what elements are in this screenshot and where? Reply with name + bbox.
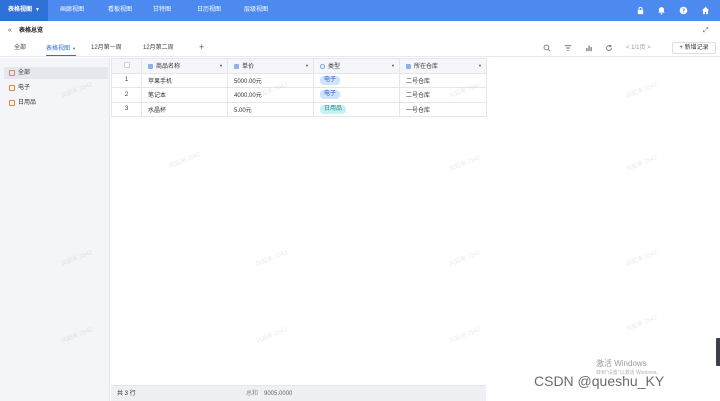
watermark: 风起来 2542	[448, 249, 482, 268]
cell-name[interactable]: 水晶杯	[141, 101, 228, 117]
csdn-watermark: CSDN @queshu_KY	[534, 373, 665, 389]
nav-item-label: 表格视图	[8, 7, 33, 13]
lock-icon[interactable]	[635, 5, 646, 16]
column-header-name[interactable]: 商品名称 ▼	[141, 58, 228, 74]
page-title: 表格总览	[19, 28, 44, 34]
watermark: 风起来 2542	[168, 151, 202, 170]
tab-week-1[interactable]: 12月第一周	[91, 44, 122, 56]
filter-icon[interactable]	[563, 43, 573, 53]
side-panel-handle[interactable]	[716, 338, 720, 366]
title-bar: « 表格总览 ⤢	[0, 22, 720, 40]
nav-item-gallery-view[interactable]: 画廊视图	[52, 0, 92, 21]
table-footer: 共 3 行 总和 9005.0000	[111, 385, 486, 401]
nav-item-hierarchy-view[interactable]: 层级视图	[236, 0, 276, 21]
type-tag: 日用品	[320, 104, 347, 114]
row-count: 共 3 行	[117, 391, 136, 397]
select-all-cell[interactable]	[111, 58, 142, 74]
watermark: 风起来 2542	[625, 249, 659, 268]
home-icon[interactable]	[700, 5, 711, 16]
sidebar-item-label: 日用品	[18, 100, 37, 106]
column-header-label: 所在仓库	[414, 64, 439, 71]
chevron-down-icon[interactable]: ▼	[391, 63, 395, 68]
bell-icon[interactable]	[656, 5, 667, 16]
table-row[interactable]: 3 水晶杯 5.00元 日用品 一号仓库	[111, 101, 487, 117]
help-icon[interactable]: ?	[678, 5, 689, 16]
sidebar-item-all[interactable]: 全部	[4, 67, 108, 79]
watermark: 风起来 2542	[625, 154, 659, 173]
cell-warehouse[interactable]: 一号仓库	[399, 101, 487, 117]
folder-icon	[9, 70, 15, 76]
watermark: 风起来 2542	[625, 314, 659, 333]
table-row[interactable]: 2 笔记本 4000.00元 电子 二号仓库	[111, 87, 487, 103]
watermark: 风起来 2542	[625, 81, 659, 100]
column-header-price[interactable]: 单价 ▼	[227, 58, 314, 74]
sidebar-item-label: 全部	[18, 70, 31, 76]
chart-icon[interactable]	[584, 43, 594, 53]
chevron-down-icon: ▼	[35, 7, 40, 13]
row-index: 2	[111, 87, 142, 103]
column-header-label: 商品名称	[156, 64, 181, 71]
type-tag: 电子	[320, 90, 341, 100]
cell-type[interactable]: 电子	[313, 87, 400, 103]
folder-icon	[9, 85, 15, 91]
pagination[interactable]: < 1/1页 >	[626, 44, 651, 53]
tab-label: 表格视图	[46, 46, 71, 52]
chevron-down-icon[interactable]: ▼	[478, 63, 482, 68]
watermark: 风起来 2542	[448, 326, 482, 345]
select-all-checkbox[interactable]	[123, 62, 130, 69]
data-table: 商品名称 ▼ 单价 ▼ 类型 ▼ 所在仓库 ▼ 1 苹果手机 5000.00元 电子 二…	[111, 58, 487, 117]
tab-all[interactable]: 全部	[14, 44, 26, 56]
activate-windows-text: 激活 Windows	[596, 359, 647, 368]
select-field-icon	[320, 64, 325, 70]
text-field-icon	[406, 64, 411, 70]
sidebar-item-daily[interactable]: 日用品	[4, 97, 108, 109]
sum-label: 总和	[246, 391, 259, 397]
nav-item-calendar-view[interactable]: 日历视图	[189, 0, 229, 21]
view-tabs-bar: 全部 表格视图 ▼ 12月第一周 12月第二周 + < 1/1页 > + 新增记录	[0, 40, 720, 57]
table-header-row: 商品名称 ▼ 单价 ▼ 类型 ▼ 所在仓库 ▼	[111, 58, 487, 74]
svg-text:?: ?	[682, 9, 685, 15]
row-index: 1	[111, 72, 142, 88]
sidebar-item-label: 电子	[18, 85, 31, 91]
category-sidebar: 全部 电子 日用品	[0, 58, 110, 401]
sum-value: 9005.0000	[264, 391, 293, 397]
search-icon[interactable]	[542, 43, 552, 53]
cell-type[interactable]: 电子	[313, 72, 400, 88]
cell-type[interactable]: 日用品	[313, 101, 400, 117]
text-field-icon	[148, 64, 153, 70]
cell-name[interactable]: 苹果手机	[141, 72, 228, 88]
cell-price[interactable]: 5.00元	[227, 101, 314, 117]
folder-icon	[9, 100, 15, 106]
nav-item-kanban-view[interactable]: 看板视图	[100, 0, 140, 21]
nav-item-table-view[interactable]: 表格视图 ▼	[0, 0, 48, 21]
tab-week-2[interactable]: 12月第二周	[143, 44, 174, 56]
watermark: 风起来 2542	[448, 154, 482, 173]
type-tag: 电子	[320, 75, 341, 85]
add-tab-icon[interactable]: +	[199, 42, 204, 52]
table-row[interactable]: 1 苹果手机 5000.00元 电子 二号仓库	[111, 72, 487, 88]
watermark: 风起来 2542	[255, 249, 289, 268]
chevron-down-icon[interactable]: ▼	[219, 63, 223, 68]
column-header-type[interactable]: 类型 ▼	[313, 58, 400, 74]
column-header-label: 单价	[242, 64, 255, 71]
add-record-button[interactable]: + 新增记录	[672, 42, 716, 54]
watermark: 风起来 2542	[255, 326, 289, 345]
row-index: 3	[111, 101, 142, 117]
fullscreen-icon[interactable]: ⤢	[703, 27, 709, 35]
refresh-icon[interactable]	[604, 43, 614, 53]
chevron-down-icon: ▼	[72, 46, 76, 51]
number-field-icon	[234, 64, 239, 70]
tab-table-view[interactable]: 表格视图 ▼	[46, 44, 76, 56]
collapse-icon[interactable]: «	[8, 27, 12, 35]
cell-name[interactable]: 笔记本	[141, 87, 228, 103]
column-header-label: 类型	[328, 64, 341, 71]
top-nav: 表格视图 ▼ 画廊视图 看板视图 甘特图 日历视图 层级视图 ?	[0, 0, 720, 21]
column-header-warehouse[interactable]: 所在仓库 ▼	[399, 58, 487, 74]
nav-item-gantt[interactable]: 甘特图	[145, 0, 179, 21]
chevron-down-icon[interactable]: ▼	[305, 63, 309, 68]
